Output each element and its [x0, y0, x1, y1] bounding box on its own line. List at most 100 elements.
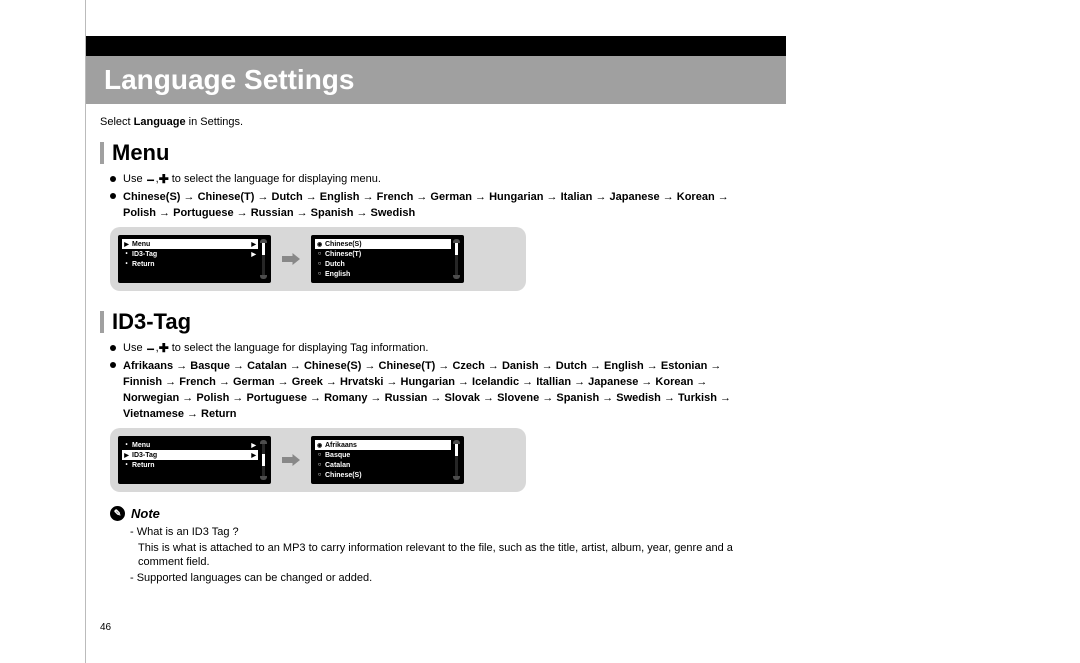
section-bar-icon	[100, 142, 104, 164]
list-item: •Return	[122, 259, 258, 269]
intro-text: Select Language in Settings.	[100, 116, 760, 128]
note-section: ✎ Note - What is an ID3 Tag ? This is wh…	[110, 506, 760, 585]
item-label: Chinese(T)	[325, 251, 449, 258]
radio-icon: ○	[317, 472, 322, 478]
item-label: ID3-Tag	[132, 452, 248, 459]
list-item: ▶ID3-Tag▶	[122, 450, 258, 460]
item-label: ID3-Tag	[132, 251, 248, 258]
note-line: This is what is attached to an MP3 to ca…	[138, 541, 760, 569]
minus-key-icon: −	[146, 175, 156, 185]
chevron-right-icon: ▶	[251, 251, 256, 258]
note-icon: ✎	[110, 506, 125, 521]
id3-screens: •Menu▶ ▶ID3-Tag▶ •Return ◉Afrikaans ○Bas…	[110, 428, 526, 492]
list-item: •Menu▶	[122, 440, 258, 450]
bullet-dot-icon	[110, 176, 116, 182]
radio-icon: ○	[317, 251, 322, 257]
id3-instr-pre: Use	[123, 342, 146, 354]
id3-left-list: •Menu▶ ▶ID3-Tag▶ •Return	[122, 440, 258, 480]
scrollbar	[453, 239, 460, 279]
bullet-dot-icon	[110, 345, 116, 351]
flow-arrow-icon	[281, 252, 301, 266]
list-item: ○Basque	[315, 450, 451, 460]
note-heading: ✎ Note	[110, 506, 760, 521]
dot-icon: •	[124, 261, 129, 267]
id3-language-chain: Afrikaans → Basque → Catalan → Chinese(S…	[123, 358, 760, 422]
radio-icon: ○	[317, 452, 322, 458]
list-item: ◉Chinese(S)	[315, 239, 451, 249]
plus-key-icon: ✚	[159, 343, 169, 353]
item-label: Dutch	[325, 261, 449, 268]
scroll-thumb	[262, 454, 265, 466]
list-item: ○Chinese(S)	[315, 470, 451, 480]
section-menu-heading: Menu	[100, 140, 760, 166]
list-item: ◉Afrikaans	[315, 440, 451, 450]
scroll-thumb	[455, 444, 458, 456]
id3-right-screen: ◉Afrikaans ○Basque ○Catalan ○Chinese(S)	[311, 436, 464, 484]
radio-selected-icon: ◉	[317, 442, 322, 449]
menu-chain-row: Chinese(S) → Chinese(T) → Dutch → Englis…	[110, 189, 760, 221]
id3-instruction: Use −,✚ to select the language for displ…	[110, 341, 760, 356]
list-item: ○Catalan	[315, 460, 451, 470]
note-label: Note	[131, 506, 160, 521]
menu-instr-post: to select the language for displaying me…	[169, 173, 381, 185]
menu-language-chain: Chinese(S) → Chinese(T) → Dutch → Englis…	[123, 189, 760, 221]
item-label: Return	[132, 261, 256, 268]
menu-instr-pre: Use	[123, 173, 146, 185]
list-item: ○Chinese(T)	[315, 249, 451, 259]
scroll-thumb	[455, 243, 458, 255]
menu-right-list: ◉Chinese(S) ○Chinese(T) ○Dutch ○English	[315, 239, 451, 279]
page-number: 46	[100, 622, 111, 633]
dot-icon: •	[124, 442, 129, 448]
play-marker-icon: ▶	[124, 241, 129, 248]
bullet-dot-icon	[110, 193, 116, 199]
menu-instruction: Use −,✚ to select the language for displ…	[110, 172, 760, 187]
note-line: - Supported languages can be changed or …	[136, 571, 760, 585]
page-title: Language Settings	[86, 56, 786, 104]
intro-pre: Select	[100, 116, 134, 128]
id3-left-screen: •Menu▶ ▶ID3-Tag▶ •Return	[118, 436, 271, 484]
scrollbar	[260, 440, 267, 480]
item-label: Menu	[132, 241, 248, 248]
menu-left-screen: ▶Menu▶ •ID3-Tag▶ •Return	[118, 235, 271, 283]
scrollbar	[453, 440, 460, 480]
id3-chain-row: Afrikaans → Basque → Catalan → Chinese(S…	[110, 358, 760, 422]
id3-instruction-text: Use −,✚ to select the language for displ…	[123, 341, 760, 356]
radio-icon: ○	[317, 261, 322, 267]
list-item: ▶Menu▶	[122, 239, 258, 249]
minus-key-icon: −	[146, 344, 156, 354]
item-label: Afrikaans	[325, 442, 449, 449]
list-item: •ID3-Tag▶	[122, 249, 258, 259]
scroll-thumb	[262, 243, 265, 255]
header-black-strip	[86, 36, 786, 56]
section-id3-title: ID3-Tag	[112, 309, 191, 335]
flow-arrow-icon	[281, 453, 301, 467]
id3-right-list: ◉Afrikaans ○Basque ○Catalan ○Chinese(S)	[315, 440, 451, 480]
menu-right-screen: ◉Chinese(S) ○Chinese(T) ○Dutch ○English	[311, 235, 464, 283]
intro-strong: Language	[134, 116, 186, 128]
manual-page: Language Settings Select Language in Set…	[85, 0, 786, 663]
page-body: Select Language in Settings. Menu Use −,…	[100, 116, 760, 587]
plus-key-icon: ✚	[159, 174, 169, 184]
section-bar-icon	[100, 311, 104, 333]
scrollbar	[260, 239, 267, 279]
chevron-right-icon: ▶	[251, 452, 256, 459]
note-body: - What is an ID3 Tag ? This is what is a…	[130, 525, 760, 585]
chevron-right-icon: ▶	[251, 241, 256, 248]
menu-left-list: ▶Menu▶ •ID3-Tag▶ •Return	[122, 239, 258, 279]
section-menu-title: Menu	[112, 140, 169, 166]
list-item: ○English	[315, 269, 451, 279]
radio-icon: ○	[317, 271, 322, 277]
menu-instruction-text: Use −,✚ to select the language for displ…	[123, 172, 760, 187]
item-label: Menu	[132, 442, 248, 449]
id3-instr-post: to select the language for displaying Ta…	[169, 342, 429, 354]
list-item	[122, 269, 258, 279]
item-label: Chinese(S)	[325, 241, 449, 248]
play-marker-icon: ▶	[124, 452, 129, 459]
dot-icon: •	[124, 251, 129, 257]
list-item	[122, 470, 258, 480]
radio-icon: ○	[317, 462, 322, 468]
chevron-right-icon: ▶	[251, 442, 256, 449]
item-label: Catalan	[325, 462, 449, 469]
item-label: Chinese(S)	[325, 472, 449, 479]
section-id3-heading: ID3-Tag	[100, 309, 760, 335]
